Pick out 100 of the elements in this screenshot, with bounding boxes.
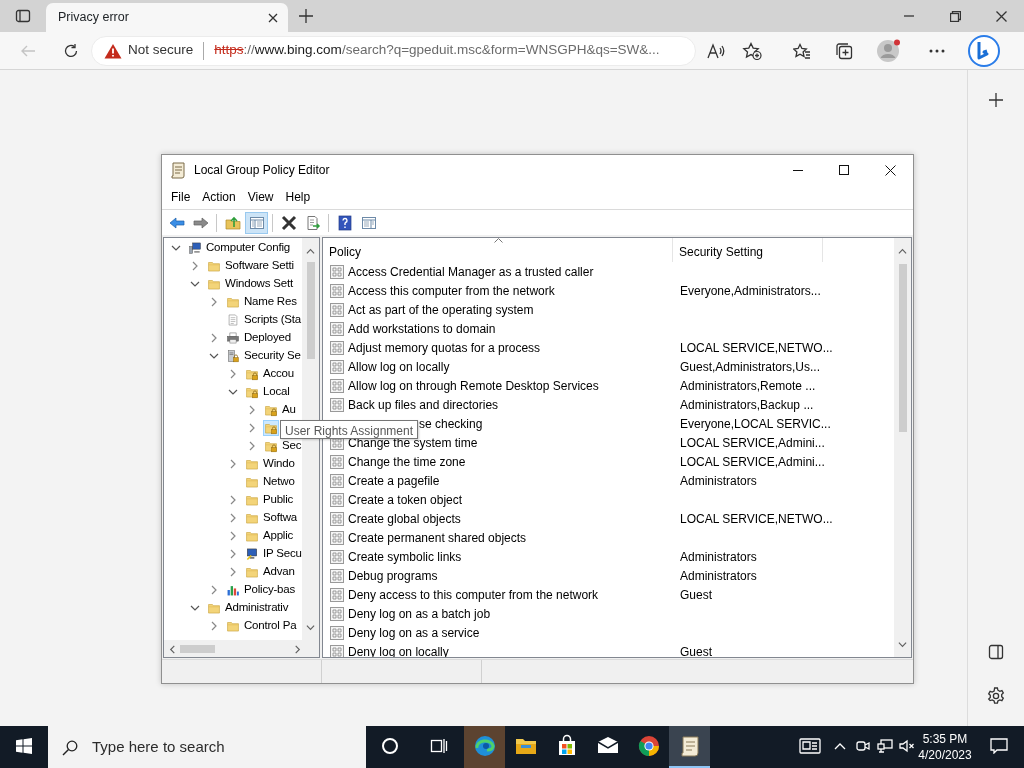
table-cell[interactable]: Deny access to this computer from the network [348, 585, 599, 604]
tree-item-label[interactable]: Accou [263, 365, 294, 383]
tree-item-label[interactable]: Applic [263, 527, 294, 545]
policy-icon [330, 492, 344, 507]
table-cell[interactable]: Guest,Administrators,Us... [673, 357, 821, 376]
tree-item-label[interactable]: Security Se [244, 347, 301, 365]
pane-view-icon [360, 214, 377, 231]
table-cell[interactable]: LOCAL SERVICE,NETWO... [673, 338, 833, 357]
tree-item-label[interactable]: Advan [263, 563, 295, 581]
table-cell[interactable]: Administrators [673, 471, 757, 490]
table-cell[interactable]: Everyone,LOCAL SERVIC... [673, 414, 831, 433]
tree-item-label[interactable]: Name Res [244, 293, 297, 311]
table-cell[interactable]: Access Credential Manager as a trusted caller [348, 262, 594, 281]
window-title: Local Group Policy Editor [194, 162, 330, 179]
tree-item-label[interactable]: Software Setti [225, 257, 294, 275]
table-cell[interactable]: Administrators,Remote ... [673, 376, 816, 395]
policy-icon [330, 283, 344, 298]
table-cell[interactable]: Adjust memory quotas for a process [348, 338, 541, 357]
tree-item-label[interactable]: Public [263, 491, 294, 509]
tree-item-label[interactable]: Administrativ [225, 599, 289, 617]
table-cell[interactable]: Act as part of the operating system [348, 300, 534, 319]
scrollbar[interactable] [164, 640, 319, 657]
table-cell[interactable]: Create global objects [348, 509, 461, 528]
restore-icon [949, 10, 961, 22]
tree-item-label[interactable]: Scripts (Sta [244, 311, 302, 329]
address-bar[interactable]: Not secure https://www.bing.com/search?q=gpeduit.msc&form=WNSGPH&qs=SW&... [91, 35, 696, 66]
tree-item-label[interactable]: Computer Config [206, 239, 290, 257]
read-aloud-icon [707, 42, 725, 59]
tree-item-label[interactable]: Sec [282, 437, 302, 455]
tree-item-label[interactable]: Netwo [263, 473, 295, 491]
warning-icon [104, 42, 122, 59]
profile-avatar-icon [876, 37, 902, 64]
search-field[interactable]: Type here to search [48, 726, 366, 768]
network-icon [877, 739, 893, 753]
policy-icon [330, 473, 344, 488]
help-icon [336, 214, 353, 231]
table-cell[interactable]: Access this computer from the network [348, 281, 555, 300]
table-cell[interactable]: LOCAL SERVICE,NETWO... [673, 509, 833, 528]
chevron-up-icon [834, 742, 846, 750]
tree-item-label[interactable]: Policy-bas [244, 581, 296, 599]
back-arrow-icon [168, 214, 185, 231]
policy-icon [330, 625, 344, 640]
windows-logo-icon [16, 738, 32, 754]
table-cell[interactable]: se checking [419, 414, 483, 433]
table-cell[interactable]: LOCAL SERVICE,Admini... [673, 452, 825, 471]
table-cell[interactable]: Add workstations to domain [348, 319, 496, 338]
tree-item-label[interactable]: Au [282, 401, 296, 419]
browser-tab[interactable]: Privacy error [46, 3, 288, 32]
scrollbar[interactable] [894, 238, 911, 657]
menu-item[interactable]: File [165, 186, 197, 208]
table-cell[interactable]: Deny log on as a service [348, 623, 480, 642]
policy-icon [330, 340, 344, 355]
scroll-thumb[interactable] [306, 262, 315, 359]
tab-actions-icon [15, 8, 31, 24]
table-cell[interactable]: Administrators [673, 547, 757, 566]
close-icon [884, 164, 896, 176]
tab-title: Privacy error [58, 9, 130, 27]
menu-item[interactable]: Help [279, 186, 317, 208]
table-cell[interactable]: Guest [673, 642, 712, 657]
close-icon [995, 10, 1007, 22]
policy-icon [330, 454, 344, 469]
close-icon [268, 12, 278, 23]
menu-item[interactable]: Action [196, 186, 242, 208]
tree-item-label[interactable]: Local [263, 383, 290, 401]
table-cell[interactable]: Create a token object [348, 490, 463, 509]
table-cell[interactable]: Everyone,Administrators... [673, 281, 821, 300]
table-cell[interactable]: Change the time zone [348, 452, 466, 471]
table-cell[interactable]: Create permanent shared objects [348, 528, 527, 547]
menu-item[interactable]: View [241, 186, 280, 208]
tree-item-label[interactable]: Softwa [263, 509, 297, 527]
tree-item-label[interactable]: Deployed [244, 329, 291, 347]
volume-muted-icon [899, 739, 915, 753]
tree-item-label[interactable]: Windo [263, 455, 295, 473]
export-list-icon [304, 214, 321, 231]
taskbar-app-button[interactable] [669, 726, 710, 768]
clock[interactable]: 5:35 PM 4/20/2023 [918, 731, 972, 763]
url-text: https://www.bing.com/search?q=gpeduit.msc&form=WNSGPH&qs=SW&... [214, 41, 660, 60]
table-cell[interactable]: Allow log on locally [348, 357, 450, 376]
policy-icon [330, 302, 344, 317]
table-cell[interactable]: Deny log on as a batch job [348, 604, 491, 623]
tree-item-label[interactable]: Windows Sett [225, 275, 293, 293]
table-cell[interactable]: Administrators,Backup ... [673, 395, 814, 414]
maximize-icon [839, 165, 849, 175]
scroll-thumb[interactable] [180, 644, 215, 653]
table-cell[interactable]: Administrators [673, 566, 757, 585]
tree-item-label[interactable]: Control Pa [244, 617, 297, 635]
refresh-icon [63, 42, 79, 59]
table-cell[interactable]: Create a pagefile [348, 471, 440, 490]
delete-icon [280, 214, 297, 231]
news-icon [799, 737, 821, 755]
table-cell[interactable]: Guest [673, 585, 712, 604]
table-cell[interactable]: Create symbolic links [348, 547, 462, 566]
table-cell[interactable]: LOCAL SERVICE,Admini... [673, 433, 825, 452]
scroll-thumb[interactable] [898, 264, 907, 432]
tree-view-icon [248, 214, 265, 231]
table-cell[interactable]: Back up files and directories [348, 395, 499, 414]
table-cell[interactable]: Debug programs [348, 566, 438, 585]
tree-item-label[interactable]: IP Secu [263, 545, 302, 563]
more-icon [929, 48, 945, 53]
table-cell[interactable]: Allow log on through Remote Desktop Services [348, 376, 599, 395]
